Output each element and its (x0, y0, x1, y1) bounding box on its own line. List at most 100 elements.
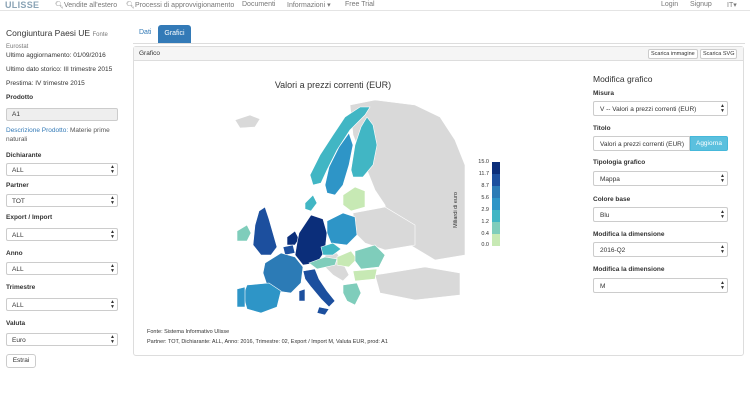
region-greece (342, 282, 362, 306)
legend-tick-label: 11.7 (478, 171, 489, 177)
chevron-updown-icon: ▲ ▼ (110, 334, 115, 345)
export-import-label: Export / Import (6, 214, 53, 221)
tab-grafici[interactable]: Grafici (158, 25, 191, 43)
misura-label: Misura (593, 90, 614, 97)
signup-link[interactable]: Signup (690, 1, 712, 8)
chevron-updown-icon: ▲ ▼ (720, 244, 725, 255)
partner-label: Partner (6, 182, 29, 189)
descrizione-prodotto: Descrizione Prodotto: Materie prime natu… (6, 127, 110, 143)
legend-tick-label: 1.2 (481, 219, 489, 225)
region-iceland (234, 114, 261, 129)
region-germany (294, 214, 328, 266)
tab-divider (133, 43, 745, 44)
legend-tick-label: 2.9 (481, 207, 489, 213)
region-spain (242, 282, 282, 314)
legend-swatch (492, 198, 500, 210)
legend-tick-label: 5.6 (481, 195, 489, 201)
estrai-button[interactable]: Estrai (6, 354, 36, 368)
nav-documenti[interactable]: Documenti (242, 1, 275, 8)
chevron-updown-icon: ▲ ▼ (110, 299, 115, 310)
dimensione2-label: Modifica la dimensione (593, 266, 665, 273)
legend-axis-label: Miliardi di euro (453, 192, 459, 228)
legend-tick-label: 8.7 (481, 183, 489, 189)
legend-swatch (492, 222, 500, 234)
language-dropdown[interactable]: IT▾ (727, 1, 737, 9)
region-italy (302, 268, 336, 308)
panel-heading: Grafico Scarica immagine Scarica SVG (134, 47, 743, 61)
download-svg-button[interactable]: Scarica SVG (700, 49, 738, 59)
colore-select[interactable]: Blu ▲ ▼ (593, 207, 728, 222)
chevron-updown-icon: ▲ ▼ (110, 164, 115, 175)
chart-title: Valori a prezzi correnti (EUR) (274, 80, 392, 90)
chevron-updown-icon: ▲ ▼ (110, 229, 115, 240)
region-denmark (304, 194, 318, 212)
europe-map (234, 99, 465, 315)
chevron-updown-icon: ▲ ▼ (720, 209, 725, 220)
dichiarante-label: Dichiarante (6, 152, 42, 159)
legend-color-bar (492, 162, 500, 246)
valuta-label: Valuta (6, 320, 26, 327)
dichiarante-select[interactable]: ALL ▲ ▼ (6, 163, 118, 176)
region-sardinia (298, 288, 306, 302)
region-sicily (316, 306, 330, 315)
trimestre-select[interactable]: ALL ▲ ▼ (6, 298, 118, 311)
login-link[interactable]: Login (661, 1, 678, 8)
tipologia-label: Tipologia grafico (593, 159, 646, 166)
nav-vendite[interactable]: 🔍︎Vendite all'estero (55, 1, 117, 9)
partner-select[interactable]: TOT ▲ ▼ (6, 194, 118, 207)
legend-swatch (492, 234, 500, 246)
legend-tick-label: 0.4 (481, 231, 489, 237)
valuta-select[interactable]: Euro ▲ ▼ (6, 333, 118, 346)
last-update: Ultimo aggiornamento: 01/09/2016 (6, 52, 106, 59)
top-navbar: ULISSE 🔍︎Vendite all'estero 🔍︎Processi d… (0, 0, 750, 11)
legend-swatch (492, 174, 500, 186)
tab-dati[interactable]: Dati (139, 29, 151, 36)
search-icon: 🔍︎ (55, 2, 64, 9)
prestima: Prestima: IV trimestre 2015 (6, 80, 85, 87)
region-turkey (374, 266, 461, 301)
legend-swatch (492, 210, 500, 222)
trimestre-label: Trimestre (6, 284, 36, 291)
dimensione1-label: Modifica la dimensione (593, 231, 665, 238)
legend-swatch (492, 162, 500, 174)
colore-label: Colore base (593, 196, 631, 203)
region-hungary (336, 250, 358, 268)
region-poland (326, 212, 358, 246)
legend-tick-label: 15.0 (478, 159, 489, 165)
tipologia-select[interactable]: Mappa ▲ ▼ (593, 171, 728, 186)
titolo-input[interactable]: Valori a prezzi correnti (EUR) (593, 136, 690, 151)
nav-informazioni[interactable]: Informazioni ▾ (287, 1, 331, 9)
dimensione1-select[interactable]: 2016-Q2 ▲ ▼ (593, 242, 728, 257)
region-portugal (236, 286, 246, 308)
chevron-updown-icon: ▲ ▼ (720, 173, 725, 184)
page-title: Congiuntura Paesi UE Fonte Eurostat (6, 28, 108, 50)
search-icon: 🔍︎ (126, 2, 135, 9)
region-bulgaria (352, 268, 378, 282)
region-ireland (236, 224, 252, 242)
chevron-updown-icon: ▲ ▼ (720, 280, 725, 291)
prodotto-input[interactable]: A1 (6, 108, 118, 121)
prodotto-label: Prodotto (6, 94, 34, 101)
misura-select[interactable]: V -- Valori a prezzi correnti (EUR) ▲ ▼ (593, 101, 728, 116)
legend-tick-label: 0.0 (481, 242, 489, 248)
chevron-updown-icon: ▲ ▼ (110, 195, 115, 206)
download-image-button[interactable]: Scarica immagine (648, 49, 698, 59)
nav-free-trial[interactable]: Free Trial (345, 1, 375, 8)
footnote-params: Partner: TOT, Dichiarante: ALL, Anno: 20… (147, 339, 388, 345)
export-import-select[interactable]: ALL ▲ ▼ (6, 228, 118, 241)
form-title: Modifica grafico (593, 74, 653, 84)
anno-label: Anno (6, 250, 23, 257)
chevron-updown-icon: ▲ ▼ (720, 103, 725, 114)
nav-processi[interactable]: 🔍︎Processi di approvvigionamento (126, 1, 234, 9)
aggiorna-button[interactable]: Aggiorna (690, 136, 728, 151)
region-belgium (282, 244, 296, 256)
titolo-label: Titolo (593, 125, 611, 132)
last-historical: Ultimo dato storico: III trimestre 2015 (6, 66, 113, 73)
anno-select[interactable]: ALL ▲ ▼ (6, 262, 118, 275)
dimensione2-select[interactable]: M ▲ ▼ (593, 278, 728, 293)
region-uk (252, 206, 278, 256)
legend-swatch (492, 186, 500, 198)
panel-title: Grafico (139, 50, 160, 57)
region-baltics (342, 186, 366, 212)
logo[interactable]: ULISSE (5, 0, 39, 10)
